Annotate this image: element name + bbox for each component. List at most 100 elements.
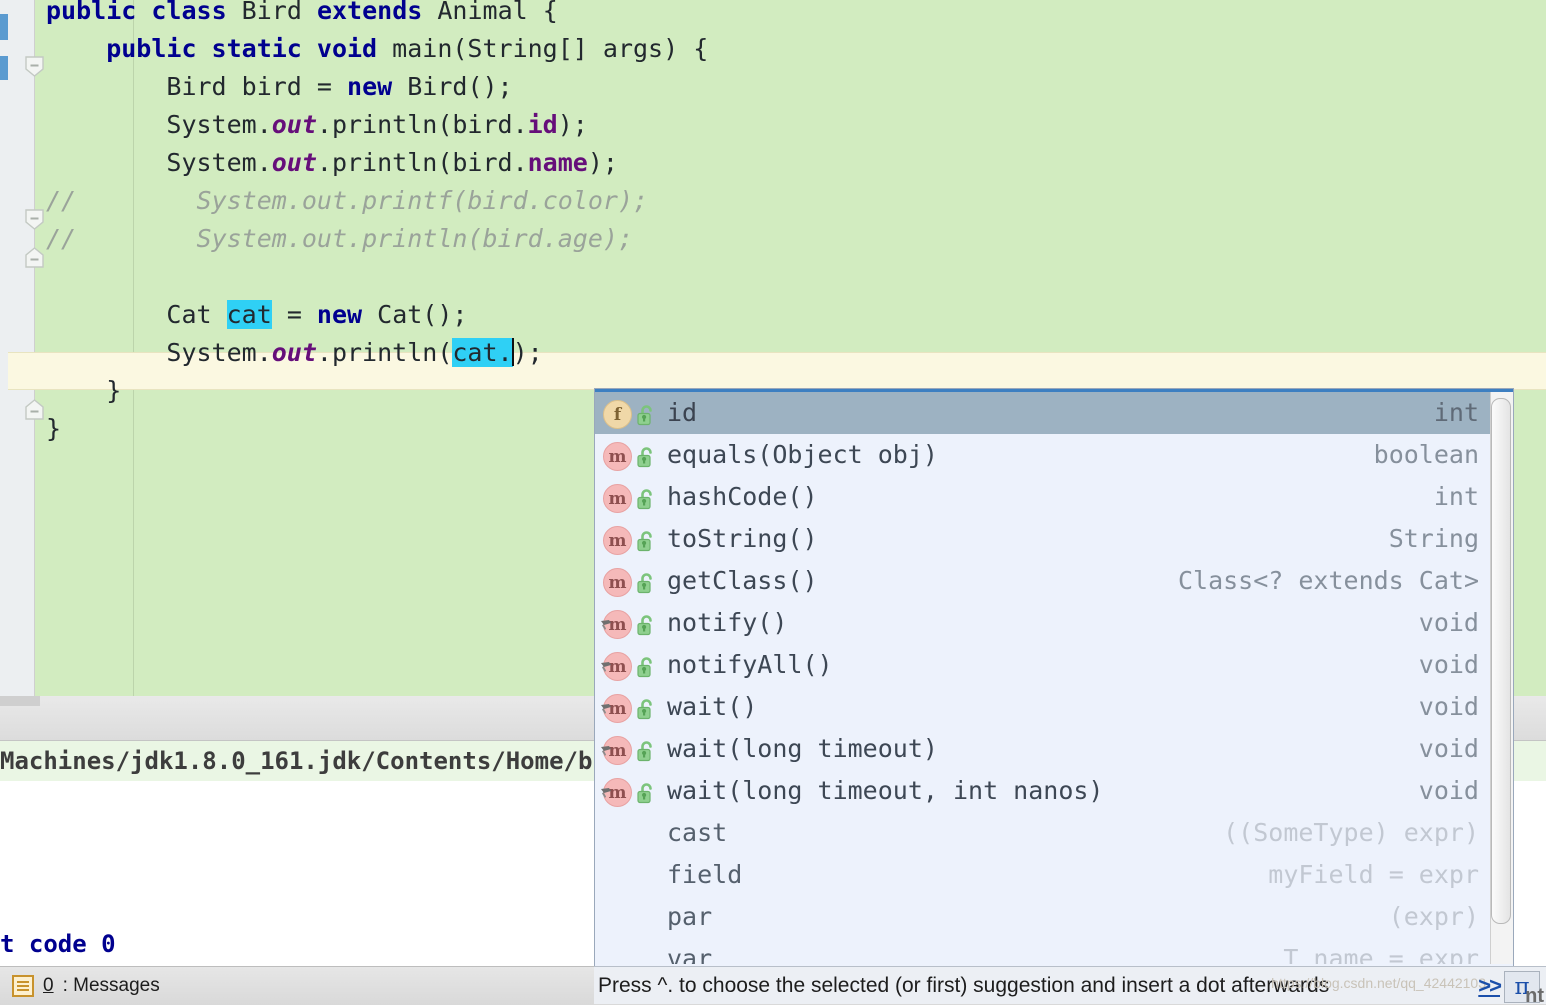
item-icons: m [601, 518, 663, 560]
autocomplete-item-label: par [667, 902, 713, 931]
final-modifier-icon [600, 690, 613, 714]
code-token: Animal { [437, 0, 558, 25]
autocomplete-item-label: wait(long timeout) [667, 734, 938, 763]
code-token: ); [587, 148, 618, 177]
autocomplete-item[interactable]: m notifyAll() void [595, 644, 1493, 686]
autocomplete-item-type: String [1388, 524, 1479, 553]
autocomplete-item-label: cast [667, 818, 728, 847]
autocomplete-item-label: notifyAll() [667, 650, 833, 679]
method-icon: m [603, 526, 632, 555]
code-token: static [211, 34, 317, 63]
code-token: out [271, 148, 317, 177]
item-icons [601, 812, 663, 854]
final-modifier-icon [600, 648, 613, 672]
item-icons: f [601, 392, 663, 434]
final-modifier-icon [600, 606, 613, 630]
autocomplete-item-type: myField = expr [1268, 860, 1479, 889]
item-icons: m [601, 560, 663, 602]
autocomplete-item[interactable]: cast ((SomeType) expr) [595, 812, 1493, 854]
code-token: System. [166, 110, 272, 139]
status-messages-item[interactable]: 0 : Messages [12, 967, 160, 1005]
autocomplete-item[interactable]: m wait(long timeout) void [595, 728, 1493, 770]
code-token: public [106, 34, 212, 63]
code-token: Cat(); [377, 300, 468, 329]
autocomplete-item[interactable]: par (expr) [595, 896, 1493, 938]
code-line: // System.out.printf(bird.color); [0, 182, 1546, 220]
code-token: ); [557, 110, 588, 139]
public-unlocked-icon [634, 527, 658, 552]
field-icon: f [603, 400, 632, 429]
public-unlocked-icon [634, 737, 658, 762]
autocomplete-item-label: equals(Object obj) [667, 440, 938, 469]
autocomplete-item-type: void [1418, 608, 1479, 637]
code-line: Bird bird = new Bird(); [0, 68, 1546, 106]
code-token: id [527, 110, 558, 139]
item-icons: m [601, 728, 663, 770]
public-unlocked-icon [634, 443, 658, 468]
code-token: .println(bird. [316, 148, 528, 177]
autocomplete-hint-bar: Press ^. to choose the selected (or firs… [594, 966, 1546, 1007]
code-token: // System.out.printf(bird.color); [46, 186, 649, 215]
autocomplete-item[interactable]: m wait(long timeout, int nanos) void [595, 770, 1493, 812]
item-icons: m [601, 476, 663, 518]
code-token: name [527, 148, 588, 177]
public-unlocked-icon [634, 569, 658, 594]
autocomplete-item[interactable]: f id int [595, 392, 1493, 434]
highlighted-identifier: cat [226, 300, 272, 329]
highlighted-identifier: cat. [452, 338, 513, 367]
item-icons: m [601, 602, 663, 644]
code-token: Bird [241, 0, 317, 25]
code-line: Cat cat = new Cat(); [0, 296, 1546, 334]
autocomplete-item[interactable]: m hashCode() int [595, 476, 1493, 518]
autocomplete-item-label: toString() [667, 524, 818, 553]
autocomplete-item-type: int [1433, 398, 1479, 427]
public-unlocked-icon [634, 653, 658, 678]
method-icon: m [603, 442, 632, 471]
autocomplete-item[interactable]: m toString() String [595, 518, 1493, 560]
code-token: void [316, 34, 393, 63]
item-icons: m [601, 434, 663, 476]
code-token: Bird(); [407, 72, 513, 101]
autocomplete-item[interactable]: field myField = expr [595, 854, 1493, 896]
code-token: extends [316, 0, 438, 25]
autocomplete-item[interactable]: var T name = expr [595, 938, 1493, 964]
autocomplete-item-type: void [1418, 650, 1479, 679]
final-modifier-icon [600, 732, 613, 756]
autocomplete-item[interactable]: m getClass() Class<? extends Cat> [595, 560, 1493, 602]
public-unlocked-icon [634, 695, 658, 720]
autocomplete-item[interactable]: m wait() void [595, 686, 1493, 728]
hint-more-link[interactable]: >> [1478, 967, 1502, 1005]
popup-scrollbar[interactable] [1490, 392, 1513, 964]
code-token: ); [512, 338, 543, 367]
code-token: new [316, 300, 378, 329]
code-token: } [46, 414, 62, 443]
autocomplete-item-type: Class<? extends Cat> [1177, 566, 1479, 595]
code-token: new [347, 72, 408, 101]
autocomplete-list[interactable]: f id int m equals(Object obj) boolean m hashCod… [595, 392, 1493, 964]
popup-scrollbar-thumb[interactable] [1491, 398, 1511, 924]
code-line-active: System.out.println(cat.); [0, 334, 1546, 372]
code-token: } [106, 376, 122, 405]
code-token: main(String[] args) { [392, 34, 709, 63]
code-line: public static void main(String[] args) { [0, 30, 1546, 68]
autocomplete-item[interactable]: m equals(Object obj) boolean [595, 434, 1493, 476]
autocomplete-popup[interactable]: f id int m equals(Object obj) boolean m hashCod… [594, 388, 1514, 968]
status-messages-number: 0 [43, 975, 54, 996]
status-messages-label: : Messages [62, 975, 160, 996]
public-unlocked-icon [634, 611, 658, 636]
method-icon: m [603, 484, 632, 513]
autocomplete-item-type: void [1418, 776, 1479, 805]
code-line: public class Bird extends Animal { [0, 0, 1546, 30]
code-token: .println(bird. [316, 110, 528, 139]
autocomplete-item-label: getClass() [667, 566, 818, 595]
autocomplete-item-type: void [1418, 734, 1479, 763]
autocomplete-item-type: (expr) [1388, 902, 1479, 931]
code-token: public [46, 0, 152, 25]
console-tab-handle[interactable] [0, 696, 40, 706]
console-path-line: Machines/jdk1.8.0_161.jdk/Contents/Home/… [0, 747, 607, 775]
autocomplete-item-type: boolean [1373, 440, 1479, 469]
autocomplete-item[interactable]: m notify() void [595, 602, 1493, 644]
messages-icon [12, 975, 34, 997]
item-icons: m [601, 644, 663, 686]
item-icons: m [601, 686, 663, 728]
